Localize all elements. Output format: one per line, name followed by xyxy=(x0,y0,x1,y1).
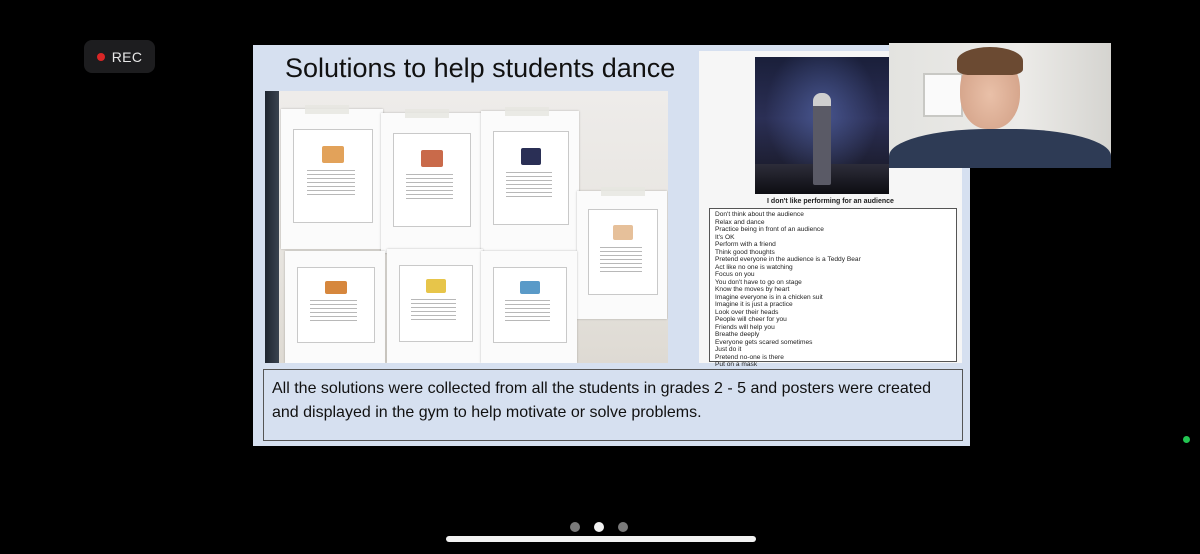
solution-item: You don't have to go on stage xyxy=(715,278,802,286)
solution-item: Perform with a friend xyxy=(715,241,776,248)
participant-video-tile[interactable] xyxy=(889,43,1111,168)
record-dot-icon xyxy=(96,52,105,61)
solution-item: Just do it xyxy=(715,346,742,353)
background-window xyxy=(923,73,963,117)
solution-item: Focus on you xyxy=(715,271,755,278)
stage-photo xyxy=(755,57,889,194)
poster-dont-know-moves xyxy=(381,113,481,253)
door-frame xyxy=(265,91,279,363)
participant-shirt xyxy=(889,129,1111,168)
participant-hair xyxy=(957,47,1023,75)
solution-item: Look over their heads xyxy=(715,308,779,316)
solution-item: Act like no one is watching xyxy=(715,263,793,271)
tape-strip xyxy=(305,105,349,114)
poster-lunch xyxy=(285,251,385,363)
recording-label: REC xyxy=(111,48,143,65)
slide-description: All the solutions were collected from al… xyxy=(272,380,932,421)
solution-item: Don't think about the audience xyxy=(715,211,804,218)
poster-bullied xyxy=(481,251,577,363)
solution-item: Imagine everyone is in a chicken suit xyxy=(715,293,823,301)
solution-item: Pretend everyone in the audience is a Te… xyxy=(715,256,861,263)
solution-item: Everyone gets scared sometimes xyxy=(715,338,813,346)
page-dot-icon[interactable] xyxy=(570,522,580,532)
slide-title: Solutions to help students dance xyxy=(285,53,676,83)
solution-item: Relax and dance xyxy=(715,218,765,226)
page-dot-icon[interactable] xyxy=(594,522,604,532)
poster-caption: I don't like performing for an audience xyxy=(767,198,894,205)
solution-item: Practice being in front of an audience xyxy=(715,226,824,233)
poster-stage xyxy=(481,111,579,251)
solution-item: Think good thoughts xyxy=(715,248,775,256)
video-call-screen: REC Solutions to help students dance I d… xyxy=(0,0,1200,554)
posters-photo xyxy=(265,91,668,363)
poster-bored xyxy=(577,191,667,319)
poster-embarrassed xyxy=(281,109,383,249)
solution-item: It's OK xyxy=(715,233,735,241)
tape-strip xyxy=(601,187,645,196)
page-dot-icon[interactable] xyxy=(618,522,628,532)
solution-item: Put on a mask xyxy=(715,361,758,368)
solutions-list: Don't think about the audience Relax and … xyxy=(710,209,956,369)
tape-strip xyxy=(505,107,549,116)
recording-badge: REC xyxy=(84,40,155,73)
poster-tired xyxy=(387,249,483,363)
shared-slide: Solutions to help students dance I don't… xyxy=(253,45,970,446)
solution-item: People will cheer for you xyxy=(715,316,787,323)
solution-item: Breathe deeply xyxy=(715,331,760,338)
home-indicator-icon[interactable] xyxy=(446,536,756,542)
solution-item: Know the moves by heart xyxy=(715,286,790,293)
status-dot-icon xyxy=(1183,436,1190,443)
tape-strip xyxy=(405,109,449,118)
performer-silhouette xyxy=(813,93,831,185)
page-indicator[interactable] xyxy=(570,521,632,533)
solution-item: Imagine it is just a practice xyxy=(715,301,793,308)
solution-item: Pretend no-one is there xyxy=(715,353,784,361)
solutions-box: Don't think about the audience Relax and … xyxy=(709,208,957,368)
description-box: All the solutions were collected from al… xyxy=(263,369,963,441)
solution-item: Friends will help you xyxy=(715,323,775,331)
